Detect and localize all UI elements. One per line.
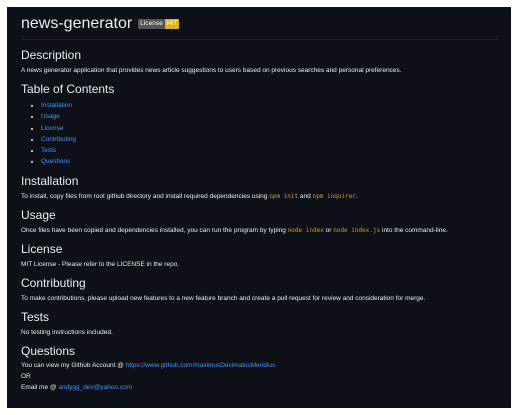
- badge-value: MIT: [164, 19, 180, 29]
- readme-frame: news-generator License MIT Description A…: [7, 7, 511, 408]
- github-prefix: You can view my Github Account @: [21, 361, 126, 369]
- license-badge[interactable]: License MIT: [138, 19, 180, 29]
- toc-heading: Table of Contents: [21, 82, 115, 96]
- readme-content: news-generator License MIT Description A…: [21, 13, 499, 393]
- toc-item: Installation: [41, 100, 499, 111]
- code-node-index-js: node index.js: [333, 226, 381, 234]
- code-npm-init: npm init: [269, 192, 299, 200]
- installation-text: To install, copy files from root github …: [21, 192, 499, 201]
- toc-link-license[interactable]: License: [41, 125, 63, 132]
- github-line: You can view my Github Account @ https:/…: [21, 361, 499, 370]
- email-prefix: Email me @: [21, 383, 59, 391]
- usage-text-before: Once files have been copied and dependen…: [21, 226, 288, 234]
- license-text: MIT License - Please refer to the LICENS…: [21, 260, 180, 268]
- title-divider: [21, 39, 499, 40]
- toc-link-installation[interactable]: Installation: [41, 102, 72, 109]
- license-heading: License: [21, 241, 63, 256]
- email-link[interactable]: andygg_dev@yahoo.com: [58, 384, 132, 391]
- toc-link-contributing[interactable]: Contributing: [41, 136, 76, 143]
- installation-text-mid: and: [298, 192, 313, 200]
- toc-link-tests[interactable]: Tests: [41, 147, 56, 154]
- description-heading: Description: [21, 48, 82, 62]
- title-row: news-generator License MIT: [21, 13, 499, 35]
- toc-link-questions[interactable]: Questions: [41, 158, 70, 165]
- questions-body: You can view my Github Account @ https:/…: [21, 361, 499, 392]
- toc-link-usage[interactable]: Usage: [41, 113, 60, 120]
- toc-item: License: [41, 123, 499, 134]
- tests-text: No testing instructions included.: [21, 328, 113, 336]
- toc-item: Questions: [41, 156, 499, 167]
- github-link[interactable]: https://www.github.com/maximusDecimalusM…: [126, 362, 276, 369]
- toc-item: Usage: [41, 111, 499, 122]
- usage-heading: Usage: [21, 207, 56, 222]
- page-title: news-generator: [21, 15, 133, 32]
- contributing-heading: Contributing: [21, 275, 86, 290]
- toc-list: Installation Usage License Contributing …: [21, 100, 499, 168]
- email-line: Email me @ andygg_dev@yahoo.com: [21, 383, 499, 392]
- usage-text: Once files have been copied and dependen…: [21, 226, 499, 235]
- installation-text-after: .: [355, 192, 358, 200]
- or-line: OR: [21, 372, 31, 380]
- toc-item: Contributing: [41, 134, 499, 145]
- usage-text-mid: or: [323, 226, 334, 234]
- installation-text-before: To install, copy files from root github …: [21, 192, 270, 200]
- contributing-text: To make contributions, please upload new…: [21, 294, 426, 302]
- tests-heading: Tests: [21, 309, 50, 324]
- code-npm-inquirer: npm inquirer: [312, 192, 356, 200]
- toc-item: Tests: [41, 145, 499, 156]
- questions-heading: Questions: [21, 343, 76, 358]
- installation-heading: Installation: [21, 173, 79, 188]
- badge-label: License: [138, 19, 165, 29]
- code-node-index: node index: [287, 226, 324, 234]
- usage-text-after: into the command-line.: [380, 226, 448, 234]
- description-text: A news generator application that provid…: [21, 67, 402, 74]
